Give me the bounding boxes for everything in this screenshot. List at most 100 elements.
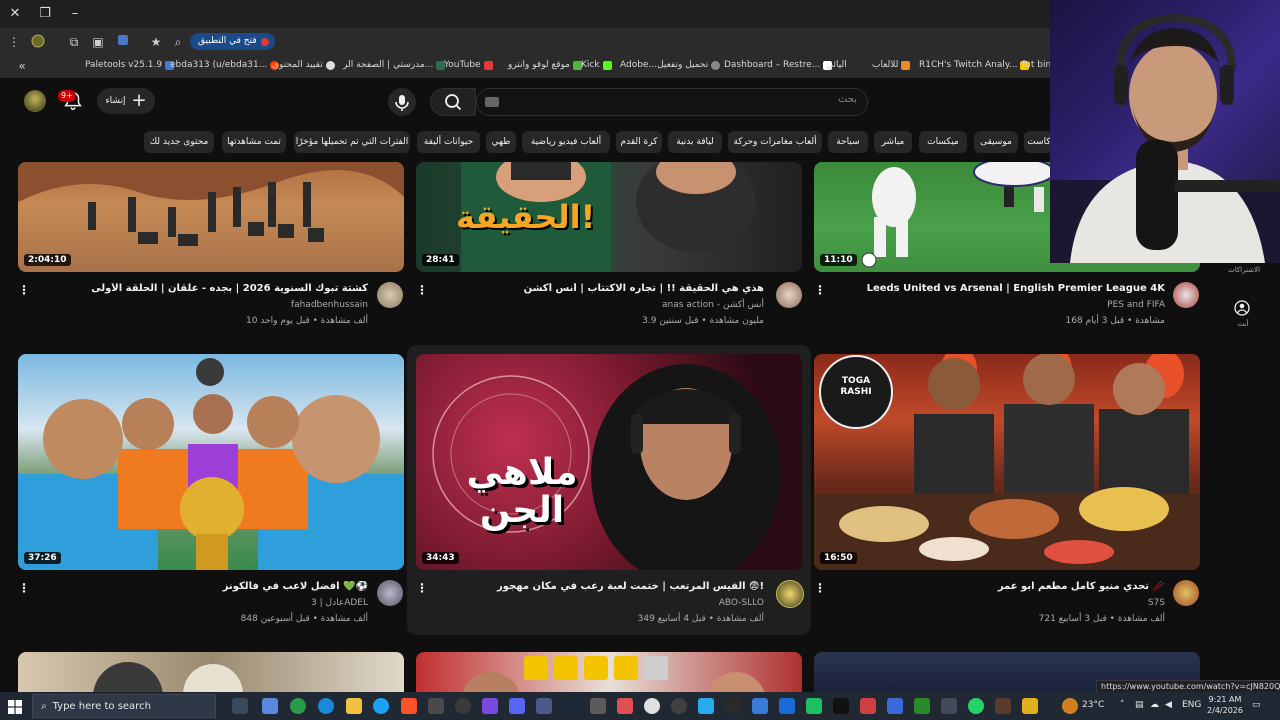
clock-time[interactable]: 9:21 AM: [1208, 695, 1242, 704]
video-thumbnail[interactable]: 37:26: [18, 354, 404, 570]
minimize-icon[interactable]: –: [66, 5, 84, 23]
app-icon[interactable]: [806, 698, 822, 714]
video-title[interactable]: الفيس المرتعب | ختمت لعبة رعب في مكان مه…: [430, 581, 764, 592]
language-indicator[interactable]: ENG: [1182, 700, 1201, 710]
taskbar-search-input[interactable]: ⌕ Type here to search: [32, 694, 216, 718]
chip-4[interactable]: سباحة: [828, 131, 868, 153]
video-thumbnail[interactable]: [416, 652, 802, 692]
channel-name[interactable]: ABO-SLLO: [430, 598, 764, 608]
chip-6[interactable]: لياقة بدنية: [668, 131, 722, 153]
account-avatar[interactable]: [24, 90, 46, 112]
channel-avatar[interactable]: [776, 580, 804, 608]
channel-name[interactable]: عادل | 3ADEL: [30, 598, 368, 608]
cloud-icon[interactable]: ☁: [1150, 700, 1159, 710]
file-explorer-icon[interactable]: [346, 698, 362, 714]
bookmark-0[interactable]: Paletools v25.1.9: [85, 60, 175, 70]
video-thumbnail[interactable]: [18, 652, 404, 692]
bookmark-star-icon[interactable]: ★: [148, 34, 164, 50]
bookmark-6[interactable]: Kick: [581, 60, 612, 70]
epic-games-icon[interactable]: [725, 698, 741, 714]
app-icon[interactable]: [779, 698, 795, 714]
bookmark-9[interactable]: اليائي: [826, 60, 847, 70]
chip-11[interactable]: الفترات التي تم تحميلها مؤخرًا: [294, 131, 410, 153]
bookmark-2[interactable]: تقييد المحتوى: [272, 60, 335, 70]
open-in-app-button[interactable]: فتح في التطبيق: [190, 33, 275, 50]
profile-icon[interactable]: [30, 34, 46, 50]
app-icon[interactable]: [914, 698, 930, 714]
zoom-icon[interactable]: ⌕: [170, 34, 186, 50]
you-account-icon[interactable]: [1234, 300, 1250, 316]
media-player-icon[interactable]: [455, 698, 471, 714]
notification-center-icon[interactable]: ▭: [1252, 700, 1261, 710]
app-icon[interactable]: [752, 698, 768, 714]
bookmark-1[interactable]: ebda313 (u/ebda31...: [170, 60, 280, 70]
close-icon[interactable]: ✕: [6, 5, 24, 23]
chip-8[interactable]: ألعاب فيديو رياضية: [522, 131, 610, 153]
bookmark-11[interactable]: R1CH's Twitch Analy...: [919, 60, 1030, 70]
channel-name[interactable]: PES and FIFA: [828, 300, 1165, 310]
more-actions-icon[interactable]: ⋮: [814, 580, 826, 596]
chip-9[interactable]: طهي: [486, 131, 516, 153]
app-icon[interactable]: [482, 698, 498, 714]
more-actions-icon[interactable]: ⋮: [18, 282, 30, 298]
app-icon[interactable]: [887, 698, 903, 714]
channel-name[interactable]: fahadbenhussain: [30, 300, 368, 310]
video-thumbnail[interactable]: ملاهي الجن 34:43: [416, 354, 802, 570]
clock-date[interactable]: 2/4/2026: [1206, 706, 1244, 715]
video-thumbnail[interactable]: 2:04:10: [18, 162, 404, 272]
channel-name[interactable]: S7S: [828, 598, 1165, 608]
extensions-icon[interactable]: ⧉: [66, 34, 82, 50]
bookmark-3[interactable]: مدرستي | الصفحة الر...: [343, 60, 446, 70]
chip-12[interactable]: تمت مشاهدتها: [222, 131, 286, 153]
search-input[interactable]: بحث: [476, 88, 868, 116]
chip-2[interactable]: ميكسات: [919, 131, 967, 153]
app-icon[interactable]: [644, 698, 660, 714]
bookmark-5[interactable]: موقع لوقو وانترو: [508, 60, 583, 70]
app-icon[interactable]: [941, 698, 957, 714]
task-view-icon[interactable]: [232, 698, 248, 714]
chrome-icon[interactable]: [290, 698, 306, 714]
brave-icon[interactable]: [401, 698, 417, 714]
obs-icon[interactable]: [671, 698, 687, 714]
weather-temp[interactable]: 23°C: [1082, 700, 1104, 710]
translate-icon[interactable]: [115, 34, 131, 50]
more-actions-icon[interactable]: ⋮: [416, 282, 428, 298]
guide-subscriptions-label[interactable]: الاشتراكات: [1222, 266, 1266, 274]
discord-icon[interactable]: [509, 698, 525, 714]
menu-dots-icon[interactable]: ⋮: [6, 34, 22, 50]
twitter-icon[interactable]: [373, 698, 389, 714]
more-actions-icon[interactable]: ⋮: [18, 580, 30, 596]
video-thumbnail[interactable]: TOGA RASHI 16:50: [814, 354, 1200, 570]
app-icon[interactable]: [1022, 698, 1038, 714]
chevrons-icon[interactable]: «: [14, 58, 30, 74]
video-title[interactable]: تحدي منيو كامل مطعم ابو عمر 🥢: [828, 581, 1165, 592]
copilot-icon[interactable]: [262, 698, 278, 714]
app-icon[interactable]: [995, 698, 1011, 714]
app-icon[interactable]: [428, 698, 444, 714]
restore-icon[interactable]: ❐: [36, 5, 54, 23]
tab-icon[interactable]: ▣: [90, 34, 106, 50]
tiktok-icon[interactable]: [833, 698, 849, 714]
channel-avatar[interactable]: [377, 282, 403, 308]
whatsapp-icon[interactable]: [968, 698, 984, 714]
chip-7[interactable]: كرة القدم: [616, 131, 662, 153]
chip-10[interactable]: حيوانات أليفة: [417, 131, 480, 153]
guide-you-label[interactable]: أنت: [1226, 320, 1260, 328]
app-icon[interactable]: [590, 698, 606, 714]
windows-start-icon[interactable]: [8, 699, 22, 714]
channel-avatar[interactable]: [1173, 580, 1199, 606]
network-icon[interactable]: ▤: [1135, 700, 1144, 710]
chip-1[interactable]: موسيقى: [974, 131, 1018, 153]
video-title[interactable]: افضل لاعب في فالكونز 💚⚽: [30, 581, 368, 592]
video-thumbnail[interactable]: الحقيقة! 28:41: [416, 162, 802, 272]
steam-icon[interactable]: [563, 698, 579, 714]
channel-avatar[interactable]: [776, 282, 802, 308]
bookmark-12[interactable]: fut bin: [1022, 60, 1051, 70]
bookmark-10[interactable]: للالعاب: [872, 60, 911, 70]
edge-icon[interactable]: [318, 698, 334, 714]
channel-name[interactable]: anas action - أنس أكشن: [430, 300, 764, 310]
channel-avatar[interactable]: [377, 580, 403, 606]
chip-13[interactable]: محتوى جديد لك: [144, 131, 214, 153]
telegram-icon[interactable]: [698, 698, 714, 714]
search-button[interactable]: [430, 88, 476, 116]
